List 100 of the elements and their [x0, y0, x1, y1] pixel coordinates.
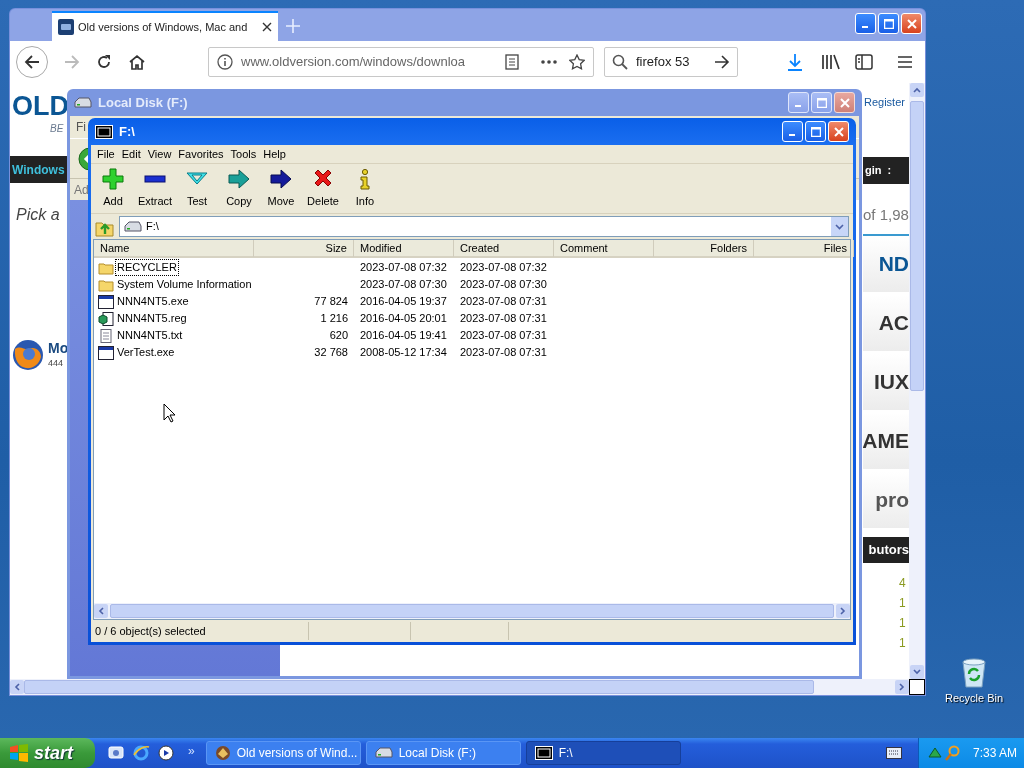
scroll-right-icon — [836, 604, 850, 618]
column-header[interactable]: Modified — [354, 240, 454, 257]
drive-icon — [374, 747, 393, 759]
scroll-thumb[interactable] — [110, 604, 834, 618]
column-header[interactable]: Files — [754, 240, 854, 257]
file-name[interactable]: NNN4NT5.txt — [115, 327, 185, 344]
table-cell: 2023-07-08 07:30 — [460, 278, 547, 290]
column-header[interactable]: Name — [94, 240, 254, 257]
file-name[interactable]: RECYCLER — [115, 259, 179, 276]
menu-item[interactable]: File — [94, 145, 118, 163]
close-icon — [262, 22, 272, 32]
column-header[interactable]: Comment — [554, 240, 654, 257]
horizontal-scrollbar[interactable] — [10, 679, 925, 695]
file-name[interactable]: VerTest.exe — [115, 344, 177, 361]
menu-item[interactable]: Help — [260, 145, 289, 163]
go-icon — [714, 55, 730, 69]
minimize-icon — [861, 26, 868, 28]
vertical-scrollbar[interactable] — [909, 83, 925, 679]
app-name[interactable]: Mo — [48, 339, 69, 357]
menu-item[interactable]: View — [144, 145, 175, 163]
toolbar-button[interactable]: Test — [176, 167, 218, 210]
network-icon — [927, 745, 943, 761]
minimize-button[interactable] — [788, 92, 809, 113]
reload-icon — [96, 54, 112, 70]
home-icon — [128, 54, 146, 70]
reader-icon — [505, 54, 519, 70]
table-cell: 2023-07-08 07:32 — [460, 261, 547, 273]
path-combobox[interactable]: F:\ — [119, 216, 849, 237]
scroll-left-icon — [10, 680, 24, 694]
start-button[interactable]: start — [0, 738, 95, 768]
site-icon — [58, 19, 74, 35]
file-name[interactable]: System Volume Information — [115, 276, 254, 293]
toolbar-button[interactable]: Move — [260, 167, 302, 210]
count-text: 1 — [898, 595, 907, 612]
browser-tab[interactable]: Old versions of Windows, Mac and — [52, 11, 278, 41]
program-icon — [98, 345, 114, 360]
count-text: 4 — [898, 575, 907, 592]
window-title: F:\ — [119, 122, 136, 141]
taskbar-button[interactable]: F:\ — [525, 741, 681, 765]
drive-icon — [74, 96, 92, 109]
site-logo[interactable]: OLD — [10, 91, 67, 121]
menu-item[interactable]: Edit — [118, 145, 144, 163]
dropdown-button[interactable] — [831, 217, 848, 236]
maximize-icon — [810, 126, 821, 137]
close-button[interactable] — [834, 92, 855, 113]
sidebar-icon — [855, 54, 873, 70]
toolbar-button[interactable]: Extract — [134, 167, 176, 210]
scroll-right-icon — [895, 680, 909, 694]
search-icon — [945, 745, 961, 761]
desktop-icon[interactable]: Recycle Bin — [940, 656, 1008, 707]
count-text: 1 — [898, 615, 907, 632]
toolbar-button[interactable]: Info — [344, 167, 386, 210]
info-icon — [217, 54, 233, 70]
column-header[interactable]: Folders — [654, 240, 754, 257]
register-link[interactable]: Register — [863, 94, 909, 111]
scroll-thumb[interactable] — [24, 680, 814, 694]
menu-item[interactable]: Tools — [227, 145, 260, 163]
table-cell: 2016-04-05 20:01 — [360, 312, 447, 324]
table-cell: 2016-04-05 19:37 — [360, 295, 447, 307]
arrow-icon — [270, 167, 292, 190]
nav-link[interactable]: gin : — [865, 161, 892, 179]
result-count: of 1,98 — [863, 204, 909, 225]
column-header[interactable]: Created — [454, 240, 554, 257]
column-header[interactable]: Size — [254, 240, 354, 257]
scroll-up-icon — [910, 83, 924, 97]
close-icon — [833, 126, 844, 137]
toolbar-button[interactable]: Delete — [302, 167, 344, 210]
table-cell: 1 216 — [320, 312, 348, 324]
icon-label: Recycle Bin — [944, 691, 1004, 706]
url-text: www.oldversion.com/windows/downloa — [241, 53, 466, 72]
star-icon — [569, 54, 585, 70]
program-icon — [98, 294, 114, 309]
page-heading: Pick a — [15, 205, 61, 225]
keyboard-icon — [886, 747, 902, 759]
minimize-icon — [788, 134, 795, 136]
menu-item[interactable]: Fi — [76, 118, 86, 136]
taskbar-button[interactable]: Local Disk (F:) — [365, 741, 521, 765]
arrow-icon — [228, 167, 250, 190]
more-arrows[interactable]: » — [188, 744, 195, 758]
nav-link[interactable]: Windows — [12, 160, 65, 179]
taskbar-button[interactable]: Old versions of Wind... — [205, 741, 361, 765]
menu-item[interactable]: Favorites — [175, 145, 227, 163]
table-cell: 2023-07-08 07:31 — [460, 295, 547, 307]
address-field[interactable]: www.oldversion.com/windows/downloa — [208, 47, 594, 77]
library-icon — [821, 54, 841, 70]
file-name[interactable]: NNN4NT5.reg — [115, 310, 189, 327]
scroll-down-icon — [910, 665, 924, 679]
globe-icon — [132, 744, 150, 762]
scroll-left-icon — [94, 604, 108, 618]
horizontal-scrollbar[interactable] — [94, 603, 850, 619]
maximize-button[interactable] — [811, 92, 832, 113]
toolbar-button[interactable]: Add — [92, 167, 134, 210]
section-title: butors — [868, 541, 909, 560]
globe-fox-icon — [12, 339, 44, 371]
file-name[interactable]: NNN4NT5.exe — [115, 293, 191, 310]
scroll-thumb[interactable] — [910, 101, 924, 391]
search-icon — [612, 54, 628, 70]
search-field[interactable]: firefox 53 — [604, 47, 738, 77]
toolbar-button[interactable]: Copy — [218, 167, 260, 210]
search-text: firefox 53 — [636, 53, 691, 72]
